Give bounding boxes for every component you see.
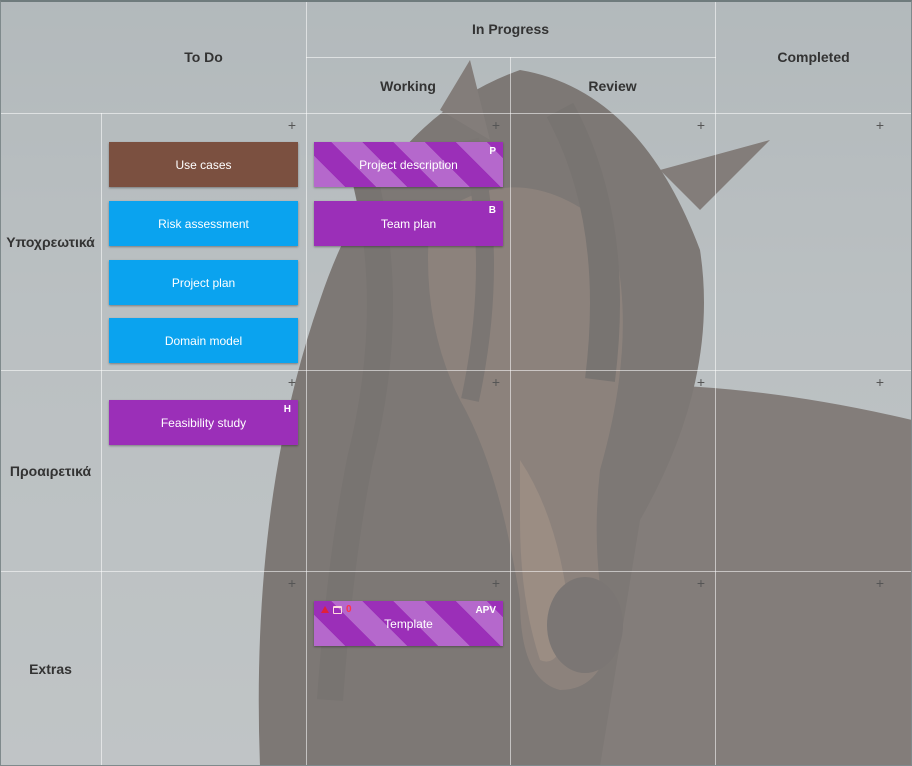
card-title: Domain model: [164, 333, 243, 348]
column-header-todo: To Do: [184, 48, 223, 65]
card-title: Template: [384, 616, 433, 631]
card-project-plan[interactable]: Project plan: [109, 260, 298, 305]
add-card-button[interactable]: +: [489, 576, 503, 591]
card-tag: P: [489, 146, 496, 157]
add-card-button[interactable]: +: [489, 375, 503, 390]
column-header-in-progress: In Progress: [471, 21, 550, 37]
card-project-description[interactable]: P Project description: [314, 142, 503, 187]
card-risk-assessment[interactable]: Risk assessment: [109, 201, 298, 246]
card-icons: 0: [321, 604, 352, 615]
card-count: 0: [346, 604, 352, 615]
card-domain-model[interactable]: Domain model: [109, 318, 298, 363]
arrow-up-icon: [321, 606, 329, 613]
add-card-button[interactable]: +: [873, 118, 887, 133]
row-header-required: Υποχρεωτικά: [6, 233, 95, 250]
card-team-plan[interactable]: B Team plan: [314, 201, 503, 246]
card-feasibility-study[interactable]: H Feasibility study: [109, 400, 298, 445]
add-card-button[interactable]: +: [489, 118, 503, 133]
add-card-button[interactable]: +: [694, 576, 708, 591]
add-card-button[interactable]: +: [694, 118, 708, 133]
calendar-icon: [333, 605, 342, 614]
add-card-button[interactable]: +: [873, 375, 887, 390]
card-tag: B: [488, 205, 496, 216]
column-header-completed: Completed: [777, 48, 850, 65]
card-title: Risk assessment: [158, 216, 249, 231]
row-header-extras: Extras: [29, 660, 72, 677]
add-card-button[interactable]: +: [873, 576, 887, 591]
row-header-optional: Προαιρετικά: [9, 462, 92, 479]
card-tag: H: [283, 404, 291, 415]
card-use-cases[interactable]: Use cases: [109, 142, 298, 187]
column-header-working: Working: [380, 77, 436, 94]
add-card-button[interactable]: +: [285, 375, 299, 390]
card-template[interactable]: 0 APV Template: [314, 601, 503, 646]
add-card-button[interactable]: +: [694, 375, 708, 390]
add-card-button[interactable]: +: [285, 118, 299, 133]
kanban-board: To Do In Progress Working Review Complet…: [0, 0, 912, 766]
card-title: Project description: [359, 157, 458, 172]
card-title: Project plan: [171, 275, 236, 290]
card-tag: APV: [475, 605, 496, 616]
column-header-review: Review: [588, 77, 637, 94]
add-card-button[interactable]: +: [285, 576, 299, 591]
card-title: Team plan: [380, 216, 437, 231]
card-title: Feasibility study: [160, 415, 247, 430]
card-title: Use cases: [175, 157, 232, 172]
